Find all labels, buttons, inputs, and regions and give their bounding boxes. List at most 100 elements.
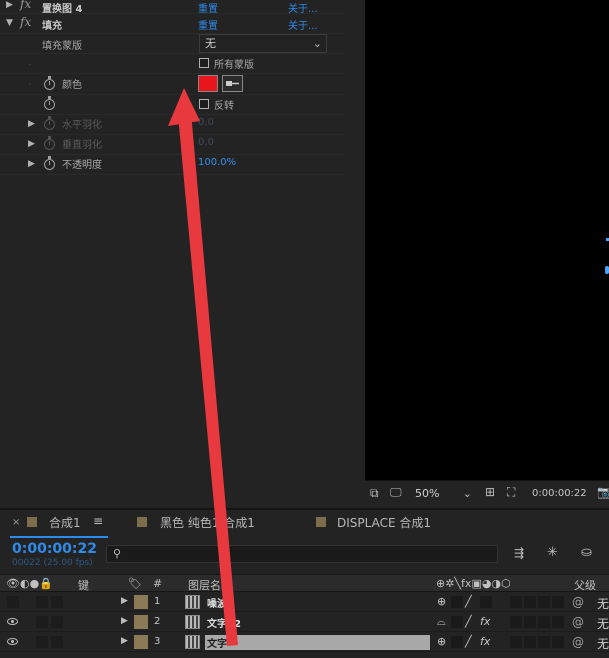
fill-mask-dropdown[interactable]: 无 ⌄ [199, 34, 327, 53]
fx-icon[interactable]: fx [20, 15, 31, 29]
expand-triangle-icon[interactable]: ▶ [28, 139, 35, 149]
tab-displace[interactable]: DISPLACE 合成1 [337, 514, 431, 531]
property-row-h-feather: ▶ 水平羽化 0.0 [0, 115, 344, 135]
eyedropper-button[interactable] [222, 75, 243, 92]
tab-black-solid[interactable]: 黑色 纯色1 合成1 [160, 514, 255, 531]
visibility-toggle[interactable] [7, 596, 19, 608]
layer-search-input[interactable]: ⚲ [106, 545, 498, 563]
expand-triangle-icon[interactable]: ▶ [121, 596, 128, 606]
pickwhip-icon[interactable]: @ [572, 635, 584, 649]
motion-blur-switch[interactable] [524, 616, 536, 628]
viewer-timecode[interactable]: 0:00:00:22 [532, 488, 587, 499]
stopwatch-icon[interactable] [44, 136, 55, 150]
layer-row[interactable]: ▶ 2 文字02 ⌓ ╱ fx @ 无 [0, 613, 609, 632]
frame-blend-switch[interactable] [510, 636, 522, 648]
layer-row[interactable]: ▶ 1 噪波 ⊕ ╱ @ 无 [0, 593, 609, 612]
property-value[interactable]: 0.0 [198, 117, 214, 128]
all-masks-checkbox[interactable] [199, 58, 209, 68]
tab-comp1[interactable]: 合成1 [49, 514, 81, 531]
shy-switch-icon[interactable]: ⊕ [437, 635, 446, 648]
quality-switch-icon[interactable]: ╱ [465, 595, 472, 608]
shy-layers-icon[interactable]: ⛀ [581, 545, 592, 560]
camera-icon[interactable]: 📷 [597, 485, 609, 499]
grid-icon[interactable]: ⊞ [485, 485, 495, 499]
reset-link[interactable]: 重置 [198, 17, 218, 32]
effect-row-fill[interactable]: ▼ fx 填充 重置 关于... [0, 14, 344, 34]
composition-viewer[interactable] [365, 0, 609, 480]
adjustment-switch[interactable] [538, 616, 550, 628]
parent-value[interactable]: 无 [597, 615, 609, 632]
reset-link[interactable]: 重置 [198, 0, 218, 15]
parent-value[interactable]: 无 [597, 635, 609, 652]
about-link[interactable]: 关于... [288, 0, 318, 15]
expand-triangle-icon[interactable]: ▶ [121, 636, 128, 646]
lock-toggle[interactable] [51, 636, 63, 648]
solo-toggle[interactable] [36, 596, 48, 608]
property-value[interactable]: 0.0 [198, 137, 214, 148]
quality-switch-icon[interactable]: ╱ [465, 615, 472, 628]
stopwatch-icon[interactable] [44, 76, 55, 90]
color-swatch[interactable] [198, 75, 218, 92]
stopwatch-icon[interactable] [44, 96, 55, 110]
expand-triangle-icon[interactable]: ▶ [28, 159, 35, 169]
layer-row-selected[interactable]: ▶ 3 文字 ⊕ ╱ fx @ 无 [0, 633, 609, 652]
parent-value[interactable]: 无 [597, 595, 609, 612]
layer-name[interactable]: 文字02 [205, 615, 241, 630]
comp-flowchart-icon[interactable]: ⇶ [514, 546, 524, 560]
label-color-swatch[interactable] [134, 615, 148, 629]
shy-switch-icon[interactable]: ⌓ [437, 615, 446, 629]
effect-switch[interactable] [480, 596, 492, 608]
switches-icon[interactable]: ⊕✲╲fx▣◕◑⬡ [436, 577, 511, 590]
close-tab-icon[interactable]: × [12, 517, 20, 528]
effect-row-displacement[interactable]: ▶ fx 置换图 4 重置 关于... [0, 0, 344, 15]
about-link[interactable]: 关于... [288, 17, 318, 32]
3d-switch[interactable] [552, 616, 564, 628]
layer-name-field[interactable]: 文字 [205, 635, 430, 650]
3d-switch[interactable] [552, 596, 564, 608]
collapse-switch[interactable] [451, 616, 463, 628]
monitor-icon[interactable]: 🖵 [390, 485, 402, 500]
frame-blend-switch[interactable] [510, 616, 522, 628]
quality-switch-icon[interactable]: ╱ [465, 635, 472, 648]
lock-toggle[interactable] [51, 616, 63, 628]
lock-toggle[interactable] [51, 596, 63, 608]
region-icon[interactable]: ⛶ [507, 485, 515, 500]
draft-3d-icon[interactable]: ✳ [547, 545, 558, 560]
current-time[interactable]: 0:00:00:22 [12, 541, 97, 557]
solo-toggle[interactable] [36, 636, 48, 648]
av-features-icon[interactable]: 👁◐●🔒 [6, 577, 53, 590]
collapse-switch[interactable] [451, 636, 463, 648]
expand-triangle-icon[interactable]: ▶ [121, 616, 128, 626]
solo-toggle[interactable] [36, 616, 48, 628]
3d-switch[interactable] [552, 636, 564, 648]
tab-menu-icon[interactable]: ≡ [93, 514, 103, 528]
fx-icon[interactable]: fx [480, 615, 490, 628]
layer-name[interactable]: 噪波 [205, 595, 227, 610]
property-value[interactable]: 100.0% [198, 157, 236, 168]
pickwhip-icon[interactable]: @ [572, 615, 584, 629]
label-color-swatch[interactable] [134, 635, 148, 649]
pickwhip-icon[interactable]: @ [572, 595, 584, 609]
collapse-switch[interactable] [451, 596, 463, 608]
collapse-triangle-icon[interactable]: ▶ [6, 0, 13, 10]
label-color-swatch[interactable] [134, 595, 148, 609]
fx-icon[interactable]: fx [20, 0, 31, 11]
eye-icon[interactable] [7, 638, 18, 645]
col-layer-name[interactable]: 图层名称 [188, 577, 232, 593]
fx-icon[interactable]: fx [480, 635, 490, 648]
label-tag-icon[interactable]: 🏷 [128, 577, 142, 590]
motion-blur-switch[interactable] [524, 596, 536, 608]
stopwatch-icon[interactable] [44, 156, 55, 170]
adjustment-switch[interactable] [538, 596, 550, 608]
motion-blur-switch[interactable] [524, 636, 536, 648]
snapshot-icon[interactable]: ⧉ [370, 486, 379, 501]
expand-triangle-icon[interactable]: ▼ [6, 18, 13, 28]
stopwatch-icon[interactable] [44, 116, 55, 130]
invert-checkbox[interactable] [199, 99, 209, 109]
shy-switch-icon[interactable]: ⊕ [437, 595, 446, 608]
eye-icon[interactable] [7, 618, 18, 625]
frame-blend-switch[interactable] [510, 596, 522, 608]
zoom-dropdown[interactable]: 50% ⌄ [412, 486, 474, 502]
expand-triangle-icon[interactable]: ▶ [28, 119, 35, 129]
adjustment-switch[interactable] [538, 636, 550, 648]
